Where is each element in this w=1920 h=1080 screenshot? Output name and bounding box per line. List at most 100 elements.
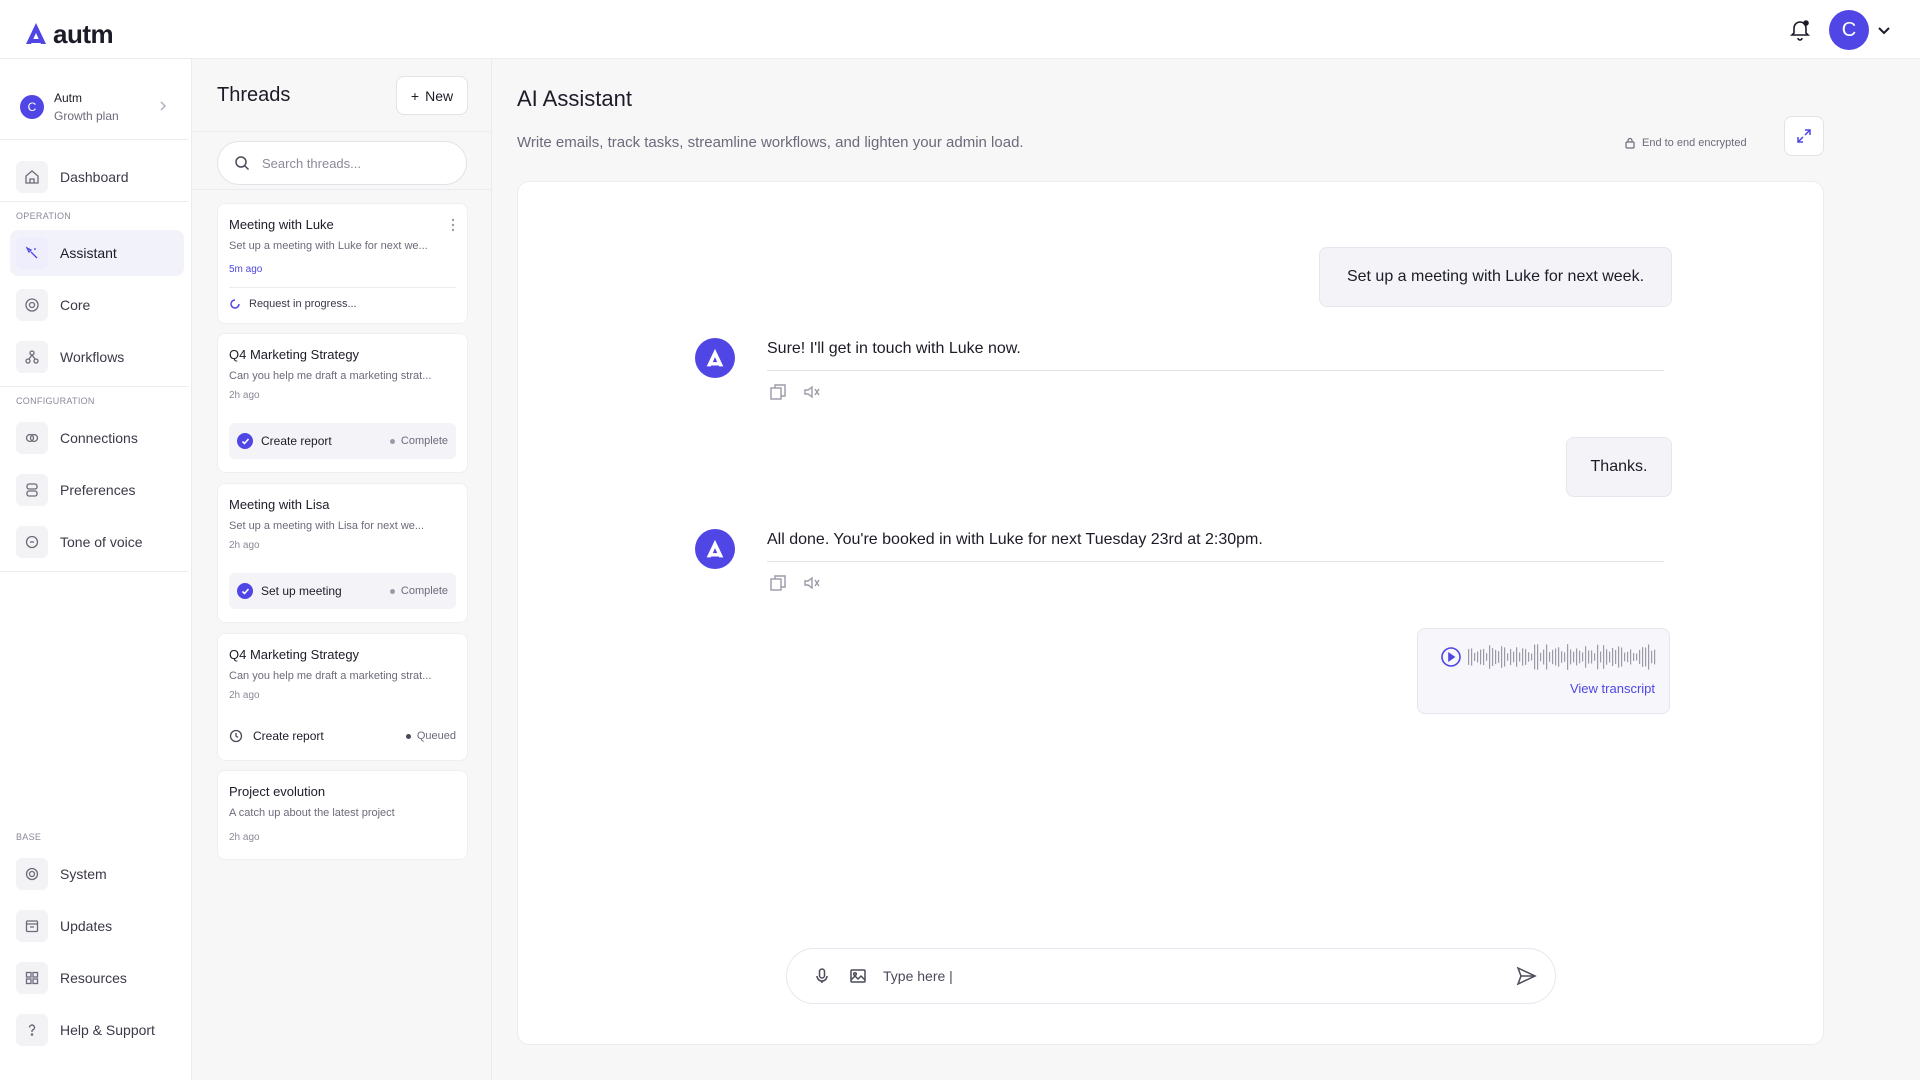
speaker-icon[interactable] <box>802 382 822 402</box>
chat-bubble-icon <box>25 535 39 549</box>
home-icon <box>25 170 39 184</box>
more-options-icon[interactable] <box>451 218 455 232</box>
gear-icon <box>25 867 39 881</box>
assistant-avatar <box>695 529 735 569</box>
chevron-down-icon[interactable] <box>1876 22 1892 38</box>
thread-preview: Can you help me draft a marketing strat.… <box>229 670 432 682</box>
waveform-icon[interactable] <box>1468 643 1658 671</box>
notification-bell-icon[interactable] <box>1788 18 1812 42</box>
task-state-label: Complete <box>400 585 448 597</box>
sidebar-item-label: Dashboard <box>60 169 129 185</box>
link-icon <box>25 433 39 443</box>
threads-title: Threads <box>217 84 291 106</box>
app-logo[interactable]: autm <box>23 19 114 49</box>
user-message-text: Thanks. <box>1590 458 1648 475</box>
speaker-icon[interactable] <box>802 573 822 593</box>
user-avatar[interactable]: C <box>1829 10 1869 50</box>
task-state-label: Queued <box>416 730 456 742</box>
task-state-label: Complete <box>400 435 448 447</box>
user-message-text: Set up a meeting with Luke for next week… <box>1346 268 1645 285</box>
message-input[interactable] <box>883 968 1503 984</box>
copy-icon[interactable] <box>768 573 788 593</box>
divider <box>229 287 456 288</box>
sidebar-item-help-support[interactable]: Help & Support <box>10 1007 184 1053</box>
divider <box>193 131 491 132</box>
sidebar-item-label: Help & Support <box>60 1022 155 1038</box>
message-actions <box>768 573 822 593</box>
nav-section-base: BASE <box>16 832 42 842</box>
sidebar-item-workflows[interactable]: Workflows <box>10 334 184 380</box>
divider <box>0 139 188 140</box>
thread-preview: Can you help me draft a marketing strat.… <box>229 370 432 382</box>
sidebar-item-assistant[interactable]: Assistant <box>10 230 184 276</box>
thread-card-meeting-luke[interactable]: Meeting with Luke Set up a meeting with … <box>217 203 468 324</box>
image-icon[interactable] <box>847 965 869 987</box>
task-label: Create report <box>261 434 332 448</box>
task-row: Create report Complete <box>229 423 456 459</box>
check-circle-icon <box>237 583 253 599</box>
chevron-right-icon <box>160 101 167 111</box>
status-dot-icon <box>389 588 395 594</box>
assistant-message: All done. You're booked in with Luke for… <box>767 531 1263 548</box>
thread-preview: Set up a meeting with Lisa for next we..… <box>229 520 425 532</box>
lock-icon <box>1625 137 1635 149</box>
sidebar-item-resources[interactable]: Resources <box>10 955 184 1001</box>
encryption-badge: End to end encrypted <box>1624 137 1747 149</box>
sliders-icon <box>26 483 38 497</box>
sidebar-item-label: Tone of voice <box>60 534 143 550</box>
copy-icon[interactable] <box>768 382 788 402</box>
send-icon[interactable] <box>1515 965 1537 987</box>
autm-logo-icon <box>26 23 46 44</box>
microphone-icon[interactable] <box>811 965 833 987</box>
search-input[interactable] <box>262 155 452 171</box>
sidebar-item-updates[interactable]: Updates <box>10 903 184 949</box>
sidebar-item-label: Core <box>60 297 91 313</box>
org-plan: Growth plan <box>54 109 119 123</box>
thread-title: Q4 Marketing Strategy <box>229 647 360 662</box>
thread-title: Meeting with Lisa <box>229 497 330 512</box>
sidebar-item-dashboard[interactable]: Dashboard <box>10 154 184 200</box>
task-state: Complete <box>389 585 448 597</box>
top-bar: autm C <box>0 0 1920 59</box>
thread-search[interactable] <box>217 141 467 185</box>
thread-timestamp: 2h ago <box>229 540 260 551</box>
clock-icon <box>229 729 243 743</box>
task-label: Set up meeting <box>261 584 342 598</box>
sidebar-item-system[interactable]: System <box>10 851 184 897</box>
new-thread-button[interactable]: + New <box>396 76 468 115</box>
app-name: autm <box>53 19 114 49</box>
search-icon <box>235 156 250 171</box>
expand-button[interactable] <box>1784 116 1824 156</box>
target-icon <box>25 298 39 312</box>
page-subtitle: Write emails, track tasks, streamline wo… <box>517 134 1024 151</box>
assistant-message: Sure! I'll get in touch with Luke now. <box>767 340 1021 357</box>
divider <box>0 386 188 387</box>
sidebar-item-label: Connections <box>60 430 138 446</box>
page-title: AI Assistant <box>517 86 632 111</box>
check-circle-icon <box>237 433 253 449</box>
sidebar-item-connections[interactable]: Connections <box>10 415 184 461</box>
message-composer <box>786 948 1556 1004</box>
sidebar-item-tone-of-voice[interactable]: Tone of voice <box>10 519 184 565</box>
workflow-icon <box>25 350 39 364</box>
thread-preview: A catch up about the latest project <box>229 807 395 819</box>
thread-card-meeting-lisa[interactable]: Meeting with Lisa Set up a meeting with … <box>217 483 468 623</box>
user-message: Set up a meeting with Luke for next week… <box>1319 247 1672 307</box>
thread-card-q4-marketing-queued[interactable]: Q4 Marketing Strategy Can you help me dr… <box>217 633 468 761</box>
encryption-label: End to end encrypted <box>1642 137 1747 149</box>
autm-logo-icon <box>706 348 724 367</box>
thread-status-label: Request in progress... <box>249 298 357 310</box>
status-dot-icon <box>389 438 395 444</box>
spinner-icon <box>230 299 240 309</box>
org-avatar: C <box>20 95 44 119</box>
audio-message: View transcript <box>1417 628 1670 714</box>
divider <box>0 201 188 202</box>
view-transcript-link[interactable]: View transcript <box>1570 681 1655 696</box>
sidebar-item-core[interactable]: Core <box>10 282 184 328</box>
sidebar-item-preferences[interactable]: Preferences <box>10 467 184 513</box>
org-switcher[interactable]: C Autm Growth plan <box>12 77 180 137</box>
thread-card-q4-marketing[interactable]: Q4 Marketing Strategy Can you help me dr… <box>217 333 468 473</box>
chat-panel: Set up a meeting with Luke for next week… <box>517 181 1824 1045</box>
thread-card-project-evolution[interactable]: Project evolution A catch up about the l… <box>217 770 468 860</box>
play-icon[interactable] <box>1440 646 1462 668</box>
